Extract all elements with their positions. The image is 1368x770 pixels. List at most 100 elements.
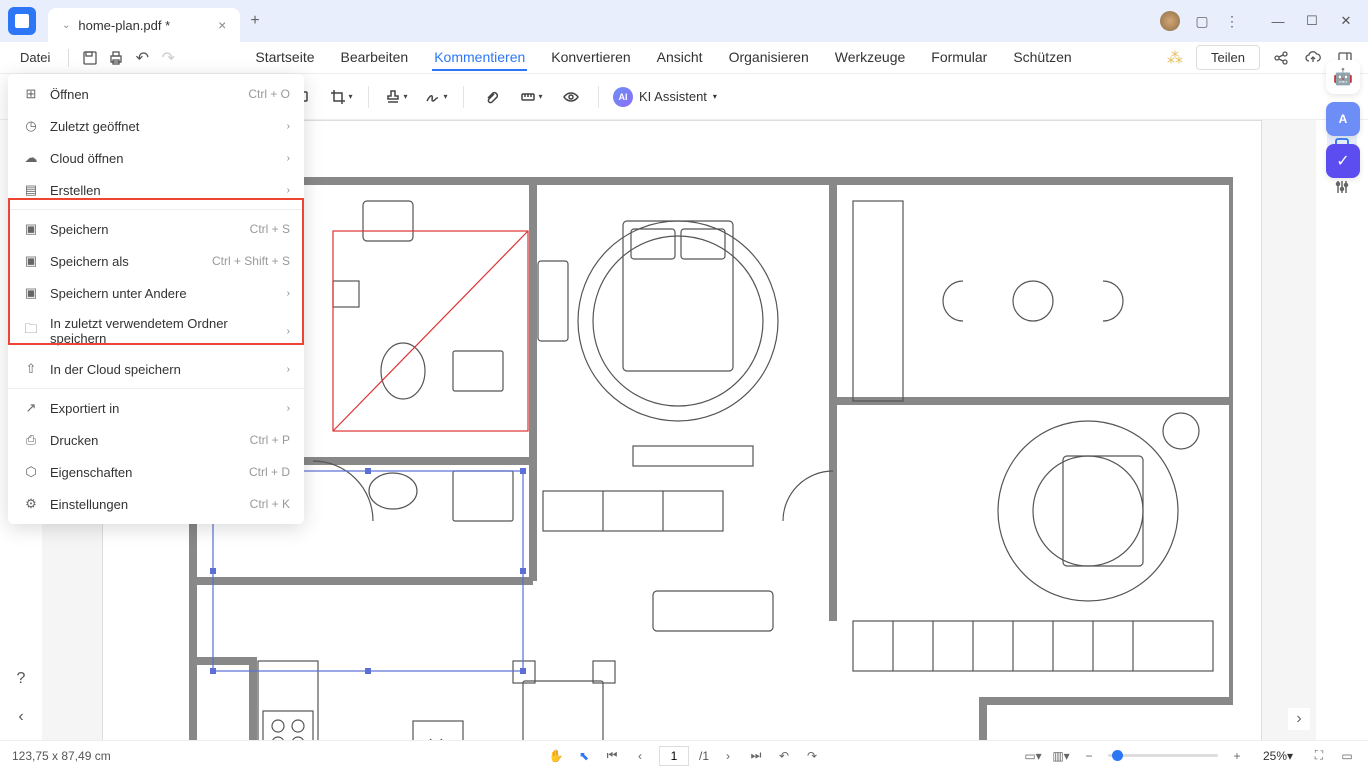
file-menu-dropdown: ⊞ÖffnenCtrl + O ◷Zuletzt geöffnet› ☁Clou… [8, 74, 304, 524]
last-page-icon[interactable]: ⏭ [747, 747, 765, 765]
new-tab-button[interactable]: + [250, 12, 259, 30]
export-icon: ↗ [22, 399, 40, 417]
tab-bearbeiten[interactable]: Bearbeiten [339, 45, 411, 71]
read-mode-icon[interactable]: ▭ [1338, 747, 1356, 765]
stamp-icon[interactable]: ▾ [383, 84, 409, 110]
more-icon[interactable]: ⋮ [1224, 13, 1240, 29]
ai-robot-icon[interactable]: 🤖 [1326, 60, 1360, 94]
redo-icon[interactable]: ↷ [157, 47, 179, 69]
tab-kommentieren[interactable]: Kommentieren [432, 45, 527, 71]
rotate-left-icon[interactable]: ↶ [775, 747, 793, 765]
zoom-value[interactable]: 25% ▾ [1256, 749, 1300, 763]
menu-open[interactable]: ⊞ÖffnenCtrl + O [8, 78, 304, 110]
saveas-icon: ▣ [22, 252, 40, 270]
lightbulb-icon[interactable]: ⁂ [1164, 47, 1186, 69]
app-icon[interactable] [8, 7, 36, 35]
menubar: Datei ↶ ↷ Startseite Bearbeiten Kommenti… [0, 42, 1368, 74]
close-window-button[interactable]: ✕ [1332, 7, 1360, 35]
titlebar: ⌄ home-plan.pdf * × + ▢ ⋮ — ☐ ✕ [0, 0, 1368, 42]
check-icon[interactable]: ✓ [1326, 144, 1360, 178]
zoom-slider[interactable] [1108, 754, 1218, 757]
menu-save[interactable]: ▣SpeichernCtrl + S [8, 213, 304, 245]
menu-create[interactable]: ▤Erstellen› [8, 174, 304, 206]
menu-settings[interactable]: ⚙EinstellungenCtrl + K [8, 488, 304, 520]
folder-icon: 🗀 [22, 322, 40, 340]
menu-save-other[interactable]: ▣Speichern unter Andere› [8, 277, 304, 309]
zoom-in-icon[interactable]: + [1228, 747, 1246, 765]
saveother-icon: ▣ [22, 284, 40, 302]
prev-page-icon[interactable]: ‹ [631, 747, 649, 765]
save-icon[interactable] [79, 47, 101, 69]
cloud-icon: ☁ [22, 149, 40, 167]
menu-export[interactable]: ↗Exportiert in› [8, 392, 304, 424]
chevron-right-icon: › [287, 326, 290, 337]
page-number-input[interactable] [659, 746, 689, 766]
message-icon[interactable]: ▢ [1194, 13, 1210, 29]
share-button[interactable]: Teilen [1196, 45, 1260, 70]
right-floating-tools: 🤖 A ✓ [1326, 60, 1360, 178]
layout-icon[interactable]: ▥▾ [1052, 747, 1070, 765]
collapse-left-icon[interactable]: ‹ [10, 706, 32, 728]
scroll-right-button[interactable]: › [1288, 708, 1310, 730]
minimize-button[interactable]: — [1264, 7, 1292, 35]
avatar[interactable] [1160, 11, 1180, 31]
attachment-icon[interactable] [478, 84, 504, 110]
cloud-upload-icon[interactable] [1302, 47, 1324, 69]
tab-expand-icon[interactable]: ⌄ [62, 20, 70, 31]
ai-assistant-button[interactable]: AI KI Assistent ▾ [613, 87, 717, 107]
undo-icon[interactable]: ↶ [131, 47, 153, 69]
select-tool-icon[interactable]: ⬉ [575, 747, 593, 765]
chevron-right-icon: › [287, 121, 290, 132]
tab-title: home-plan.pdf * [78, 18, 170, 33]
save-icon: ▣ [22, 220, 40, 238]
fullscreen-icon[interactable]: ⛶ [1310, 747, 1328, 765]
zoom-out-icon[interactable]: − [1080, 747, 1098, 765]
menu-recent[interactable]: ◷Zuletzt geöffnet› [8, 110, 304, 142]
tab-konvertieren[interactable]: Konvertieren [549, 45, 632, 71]
tab-ansicht[interactable]: Ansicht [655, 45, 705, 71]
help-icon[interactable]: ? [10, 668, 32, 690]
menu-save-as[interactable]: ▣Speichern alsCtrl + Shift + S [8, 245, 304, 277]
menu-properties[interactable]: ⬡EigenschaftenCtrl + D [8, 456, 304, 488]
statusbar: 123,75 x 87,49 cm ✋ ⬉ ⏮ ‹ /1 › ⏭ ↶ ↷ ▭▾ … [0, 740, 1368, 770]
eye-icon[interactable] [558, 84, 584, 110]
page-dimensions: 123,75 x 87,49 cm [12, 749, 111, 763]
menu-save-cloud[interactable]: ⇧In der Cloud speichern› [8, 353, 304, 385]
document-tab[interactable]: ⌄ home-plan.pdf * × [48, 8, 240, 42]
main-tabs: Startseite Bearbeiten Kommentieren Konve… [253, 45, 1073, 71]
hand-tool-icon[interactable]: ✋ [547, 747, 565, 765]
share-nodes-icon[interactable] [1270, 47, 1292, 69]
settings-icon: ⚙ [22, 495, 40, 513]
chevron-right-icon: › [287, 403, 290, 414]
tab-schuetzen[interactable]: Schützen [1011, 45, 1073, 71]
file-menu-button[interactable]: Datei [12, 46, 58, 69]
measure-icon[interactable]: ▾ [518, 84, 544, 110]
props-icon: ⬡ [22, 463, 40, 481]
tab-startseite[interactable]: Startseite [253, 45, 316, 71]
translate-icon[interactable]: A [1326, 102, 1360, 136]
maximize-button[interactable]: ☐ [1298, 7, 1326, 35]
fit-width-icon[interactable]: ▭▾ [1024, 747, 1042, 765]
tab-organisieren[interactable]: Organisieren [727, 45, 811, 71]
print-icon[interactable] [105, 47, 127, 69]
signature-icon[interactable]: ▾ [423, 84, 449, 110]
close-icon[interactable]: × [218, 17, 226, 33]
menu-cloud-open[interactable]: ☁Cloud öffnen› [8, 142, 304, 174]
right-sidebar [1316, 120, 1368, 740]
chevron-right-icon: › [287, 153, 290, 164]
chevron-right-icon: › [287, 185, 290, 196]
crop-icon[interactable]: ▾ [328, 84, 354, 110]
chevron-right-icon: › [287, 364, 290, 375]
tab-werkzeuge[interactable]: Werkzeuge [833, 45, 908, 71]
page-total: /1 [699, 749, 709, 763]
next-page-icon[interactable]: › [719, 747, 737, 765]
tab-formular[interactable]: Formular [929, 45, 989, 71]
menu-print[interactable]: ⎙DruckenCtrl + P [8, 424, 304, 456]
clock-icon: ◷ [22, 117, 40, 135]
chevron-right-icon: › [287, 288, 290, 299]
print-icon: ⎙ [22, 431, 40, 449]
menu-save-recent-folder[interactable]: 🗀In zuletzt verwendetem Ordner speichern… [8, 309, 304, 353]
rotate-right-icon[interactable]: ↷ [803, 747, 821, 765]
ai-badge-icon: AI [613, 87, 633, 107]
first-page-icon[interactable]: ⏮ [603, 747, 621, 765]
